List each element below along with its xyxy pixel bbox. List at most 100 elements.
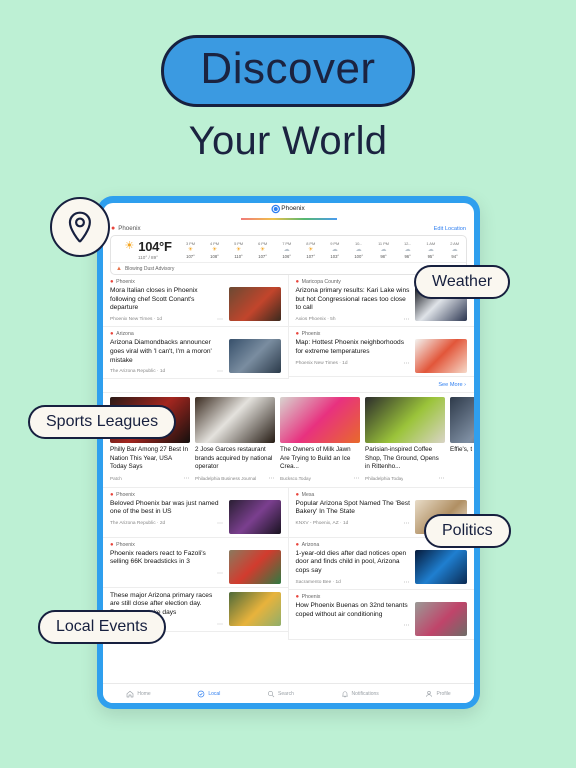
article-overflow-menu-icon[interactable]: ⋯ — [404, 622, 411, 629]
sun-icon: ☀ — [308, 246, 314, 253]
weather-hour: 8 PM ☀ 107° — [306, 241, 315, 259]
carousel-overflow-menu-icon[interactable]: ⋯ — [269, 475, 276, 482]
article-thumbnail[interactable] — [415, 549, 467, 584]
nav-item-search[interactable]: Search — [267, 690, 294, 698]
article-thumbnail[interactable] — [415, 339, 467, 374]
current-location-name: Phoenix — [118, 225, 141, 232]
article-overflow-menu-icon[interactable]: ⋯ — [404, 579, 411, 586]
article-overflow-menu-icon[interactable]: ⋯ — [404, 316, 411, 323]
article-source: Phoenix New Times · 1d — [110, 317, 162, 323]
nav-item-home[interactable]: Home — [126, 690, 151, 698]
carousel-card[interactable]: 2 Jose Garces restaurant brands acquired… — [195, 397, 275, 482]
carousel-card-source: Bucksco.Today — [280, 475, 311, 481]
current-location[interactable]: ● Phoenix — [111, 225, 141, 232]
article-source: Phoenix New Times · 1d — [295, 360, 348, 366]
carousel-card-image[interactable] — [365, 397, 445, 444]
carousel-card-image[interactable] — [450, 397, 474, 444]
article-title[interactable]: Arizona primary results: Kari Lake wins … — [296, 287, 411, 313]
sun-icon: ☀ — [187, 246, 194, 253]
nav-item-local[interactable]: Local — [197, 690, 220, 698]
article-overflow-menu-icon[interactable]: ⋯ — [404, 520, 411, 527]
callout-map-pin — [50, 197, 110, 257]
article-card[interactable]: ● Arizona Arizona Diamondbacks announcer… — [103, 327, 288, 380]
weather-hour: 12... ☁ 96° — [404, 241, 411, 259]
article-location-label: Phoenix — [301, 593, 321, 600]
carousel-card-title[interactable]: 2 Jose Garces restaurant brands acquired… — [195, 446, 275, 472]
search-icon — [267, 690, 275, 697]
article-overflow-menu-icon[interactable]: ⋯ — [217, 520, 224, 527]
carousel-overflow-menu-icon[interactable]: ⋯ — [439, 475, 446, 482]
callout-local-events: Local Events — [38, 610, 166, 644]
map-pin-icon: ● — [110, 491, 114, 498]
article-title[interactable]: Popular Arizona Spot Named The 'Best Bak… — [296, 500, 411, 517]
weather-hour: 7 PM ☁ 106° — [282, 241, 291, 259]
article-location: ● Arizona — [110, 331, 281, 337]
weather-hourly-strip[interactable]: 3 PM ☀ 107° 4 PM ☀ 108° 5 PM ☀ 110° 6 PM… — [186, 241, 461, 259]
weather-hour-time: 12... — [403, 240, 412, 246]
article-overflow-menu-icon[interactable]: ⋯ — [404, 360, 411, 367]
map-pin-icon: ● — [295, 541, 300, 548]
callout-politics: Politics — [424, 514, 511, 548]
nav-item-notifications[interactable]: Notifications — [341, 690, 379, 698]
weather-current: ☀ 104°F 110° / 89° — [116, 239, 186, 260]
article-title[interactable]: How Phoenix Buenas on 32nd tenants coped… — [296, 602, 411, 619]
carousel-card-meta: ⋯ — [450, 458, 474, 465]
carousel-card[interactable]: Parisian-inspired Coffee Shop, The Groun… — [365, 397, 445, 482]
article-overflow-menu-icon[interactable]: ⋯ — [217, 570, 224, 577]
article-card[interactable]: ● Phoenix Beloved Phoenix bar was just n… — [103, 488, 288, 538]
carousel-card-image[interactable] — [195, 397, 275, 444]
weather-hour-time: 7 PM — [282, 240, 292, 246]
weather-hour-time: 6 PM — [258, 240, 268, 246]
carousel-card-image[interactable] — [280, 397, 360, 444]
article-title[interactable]: Arizona Diamondbacks announcer goes vira… — [110, 339, 224, 365]
article-thumbnail[interactable] — [415, 601, 467, 636]
carousel-overflow-menu-icon[interactable]: ⋯ — [354, 475, 361, 482]
article-card[interactable]: ● Phoenix Mora Italian closes in Phoenix… — [103, 275, 288, 328]
article-location: ● Mesa — [296, 492, 468, 498]
nav-item-label: Notifications — [351, 690, 379, 697]
article-overflow-menu-icon[interactable]: ⋯ — [217, 316, 224, 323]
article-overflow-menu-icon[interactable]: ⋯ — [217, 621, 224, 628]
bottom-navigation[interactable]: Home Local Search Notifications Profile — [103, 683, 474, 703]
carousel-card-meta: Philadelphia Today ⋯ — [365, 475, 445, 482]
article-overflow-menu-icon[interactable]: ⋯ — [217, 368, 224, 375]
carousel-card[interactable]: The Owners of Milk Jawn Are Trying to Bu… — [280, 397, 360, 482]
weather-alert[interactable]: ▲ Blowing Dust Advisory — [111, 262, 466, 274]
edit-location-link[interactable]: Edit Location — [434, 226, 466, 232]
news-column-right-bottom: ● Mesa Popular Arizona Spot Named The 'B… — [288, 488, 474, 640]
weather-hour: 11 PM ☁ 98° — [378, 241, 389, 259]
article-thumbnail[interactable] — [228, 339, 281, 374]
article-thumbnail[interactable] — [228, 591, 281, 626]
article-location-label: Phoenix — [116, 491, 135, 498]
article-title[interactable]: Phoenix readers react to Fazoli's sellin… — [110, 550, 224, 567]
weather-hour-time: 9 PM — [330, 240, 340, 246]
carousel-card[interactable]: Effie's, t Restaura in Cente ⋯ — [450, 397, 474, 482]
carousel-card-title[interactable]: Philly Bar Among 27 Best In Nation This … — [110, 446, 190, 472]
map-pin-icon: ● — [295, 331, 300, 338]
carousel-card-title[interactable]: The Owners of Milk Jawn Are Trying to Bu… — [280, 446, 360, 472]
person-icon — [426, 690, 433, 697]
article-thumbnail[interactable] — [228, 499, 281, 534]
article-title[interactable]: Mora Italian closes in Phoenix following… — [110, 287, 224, 313]
carousel-card-source: Patch — [110, 475, 122, 481]
carousel-card-source: Philadelphia Today — [365, 475, 404, 481]
article-thumbnail[interactable] — [228, 549, 281, 584]
nav-item-profile[interactable]: Profile — [425, 690, 451, 698]
weather-card[interactable]: ☀ 104°F 110° / 89° 3 PM ☀ 107° 4 PM ☀ 10… — [110, 235, 467, 275]
article-title[interactable]: 1-year-old dies after dad notices open d… — [296, 550, 411, 576]
carousel-overflow-menu-icon[interactable]: ⋯ — [184, 475, 191, 482]
article-card[interactable]: ● Phoenix Phoenix readers react to Fazol… — [103, 538, 288, 588]
article-card[interactable]: ● Phoenix Map: Hottest Phoenix neighborh… — [288, 327, 474, 378]
hero-subtitle: Your World — [188, 119, 388, 163]
tab-phoenix[interactable]: Phoenix — [272, 205, 305, 212]
carousel-card-title[interactable]: Parisian-inspired Coffee Shop, The Groun… — [365, 446, 445, 472]
nav-item-label: Profile — [436, 690, 451, 697]
map-pin-icon: ● — [295, 279, 300, 285]
carousel-card-title[interactable]: Effie's, t Restaura in Cente — [450, 446, 474, 455]
see-more-link[interactable]: See More › — [103, 379, 474, 392]
article-title[interactable]: Beloved Phoenix bar was just named one o… — [110, 500, 224, 517]
article-title[interactable]: Map: Hottest Phoenix neighborhoods for e… — [296, 339, 411, 356]
article-location-label: Arizona — [116, 331, 134, 338]
article-card[interactable]: ● Phoenix How Phoenix Buenas on 32nd ten… — [288, 590, 474, 640]
article-thumbnail[interactable] — [228, 287, 281, 321]
